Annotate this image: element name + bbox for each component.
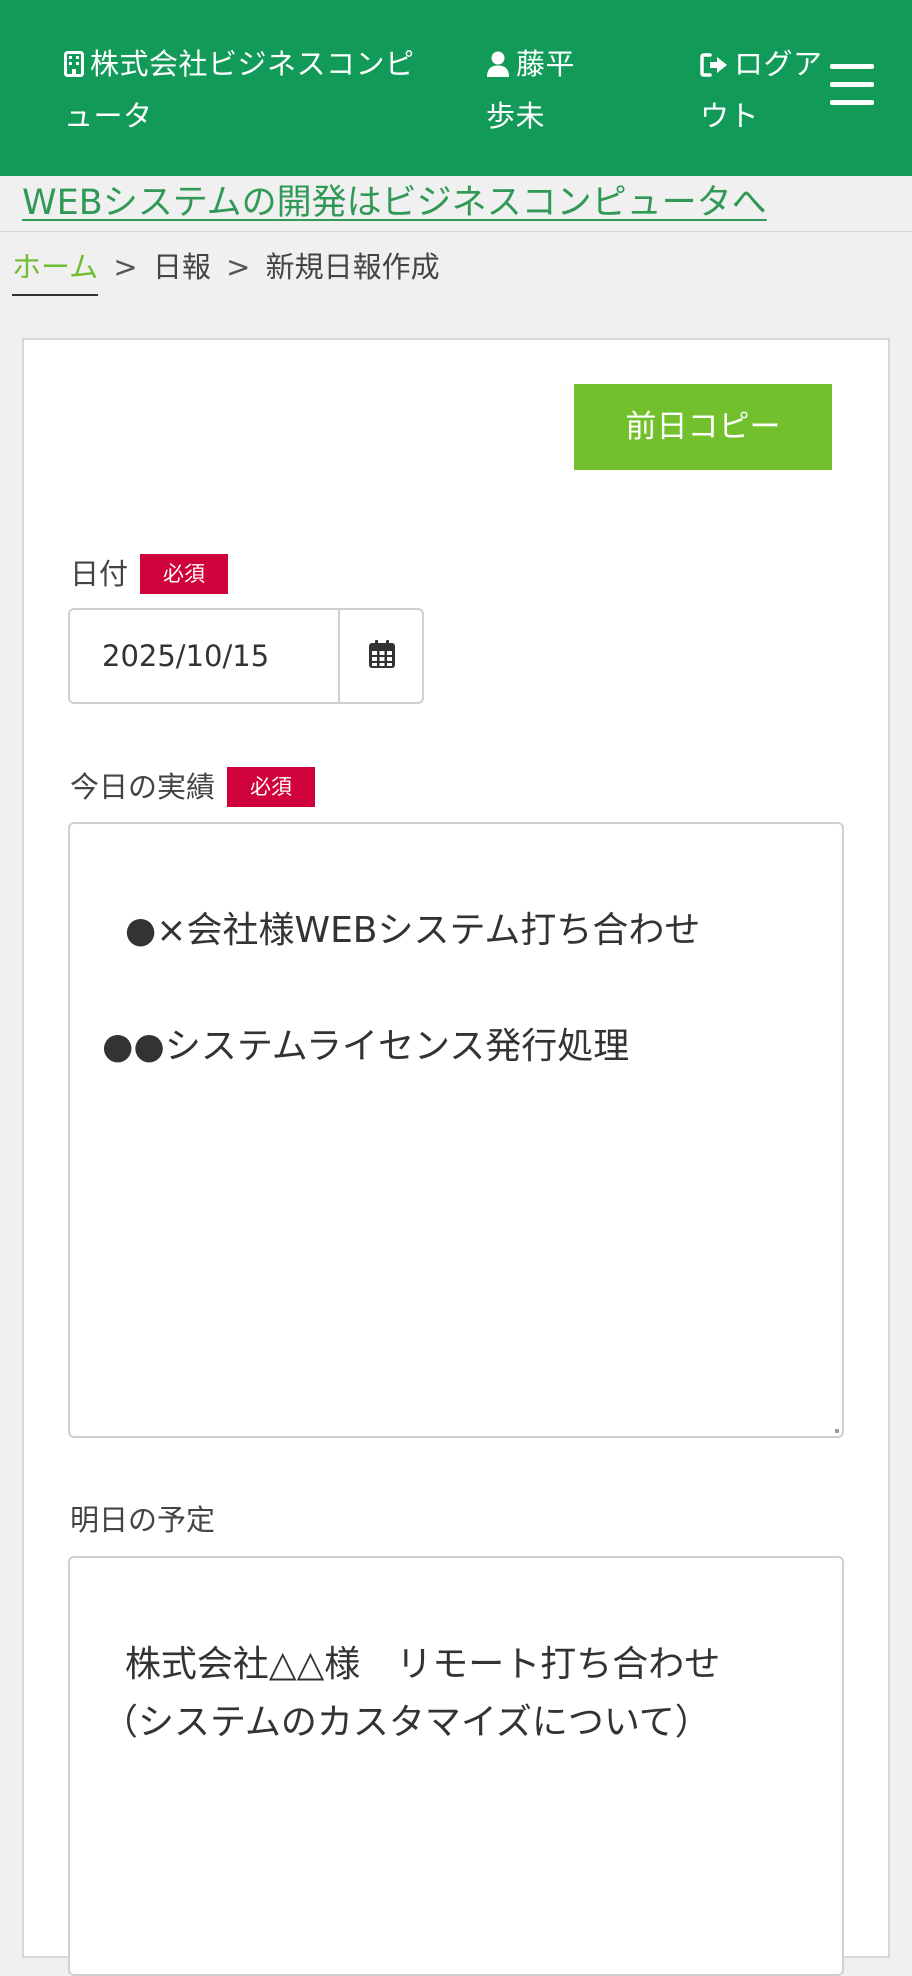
plan-text: 株式会社△△様 リモート打ち合わせ （システムのカスタマイズについて） bbox=[102, 1644, 721, 1743]
user-icon bbox=[486, 43, 510, 92]
achievement-label: 今日の実績 bbox=[70, 770, 216, 804]
breadcrumb-section: 日報 bbox=[152, 250, 211, 284]
breadcrumb-current: 新規日報作成 bbox=[265, 250, 440, 284]
required-badge: 必須 bbox=[140, 554, 229, 594]
calendar-icon bbox=[369, 640, 395, 672]
app-header: 株式会社ビジネスコンピュータ 藤平歩未 ログアウト bbox=[0, 0, 912, 176]
date-input[interactable] bbox=[70, 610, 340, 702]
plan-field-label: 明日の予定 bbox=[70, 1500, 215, 1540]
resize-handle[interactable] bbox=[835, 1429, 839, 1433]
hamburger-menu-icon[interactable] bbox=[828, 62, 876, 108]
company-link[interactable]: 株式会社ビジネスコンピュータ bbox=[64, 40, 424, 141]
promo-banner: WEBシステムの開発はビジネスコンピュータへ bbox=[0, 176, 912, 232]
required-badge: 必須 bbox=[227, 767, 316, 807]
date-picker bbox=[68, 608, 424, 704]
promo-link[interactable]: WEBシステムの開発はビジネスコンピュータへ bbox=[22, 180, 767, 226]
achievement-text: ●×会社様WEBシステム打ち合わせ ●●システムライセンス発行処理 bbox=[102, 910, 701, 1067]
breadcrumb: ホーム > 日報 > 新規日報作成 bbox=[12, 244, 440, 296]
plan-textarea[interactable]: 株式会社△△様 リモート打ち合わせ （システムのカスタマイズについて） bbox=[68, 1556, 844, 1976]
date-field-label: 日付 必須 bbox=[70, 554, 229, 594]
achievement-field-label: 今日の実績 必須 bbox=[70, 767, 316, 807]
breadcrumb-separator: > bbox=[226, 250, 251, 284]
sign-out-icon bbox=[700, 43, 728, 92]
logout-link[interactable]: ログアウト bbox=[700, 40, 828, 141]
breadcrumb-separator: > bbox=[113, 250, 138, 284]
breadcrumb-home-link[interactable]: ホーム bbox=[12, 244, 99, 296]
copy-previous-day-button[interactable]: 前日コピー bbox=[574, 384, 832, 470]
company-name: 株式会社ビジネスコンピュータ bbox=[64, 47, 415, 133]
calendar-button[interactable] bbox=[342, 610, 422, 702]
user-link[interactable]: 藤平歩未 bbox=[486, 40, 596, 141]
building-icon bbox=[64, 43, 84, 92]
date-label: 日付 bbox=[70, 557, 129, 591]
plan-label: 明日の予定 bbox=[70, 1503, 216, 1537]
achievement-textarea[interactable]: ●×会社様WEBシステム打ち合わせ ●●システムライセンス発行処理 bbox=[68, 822, 844, 1438]
